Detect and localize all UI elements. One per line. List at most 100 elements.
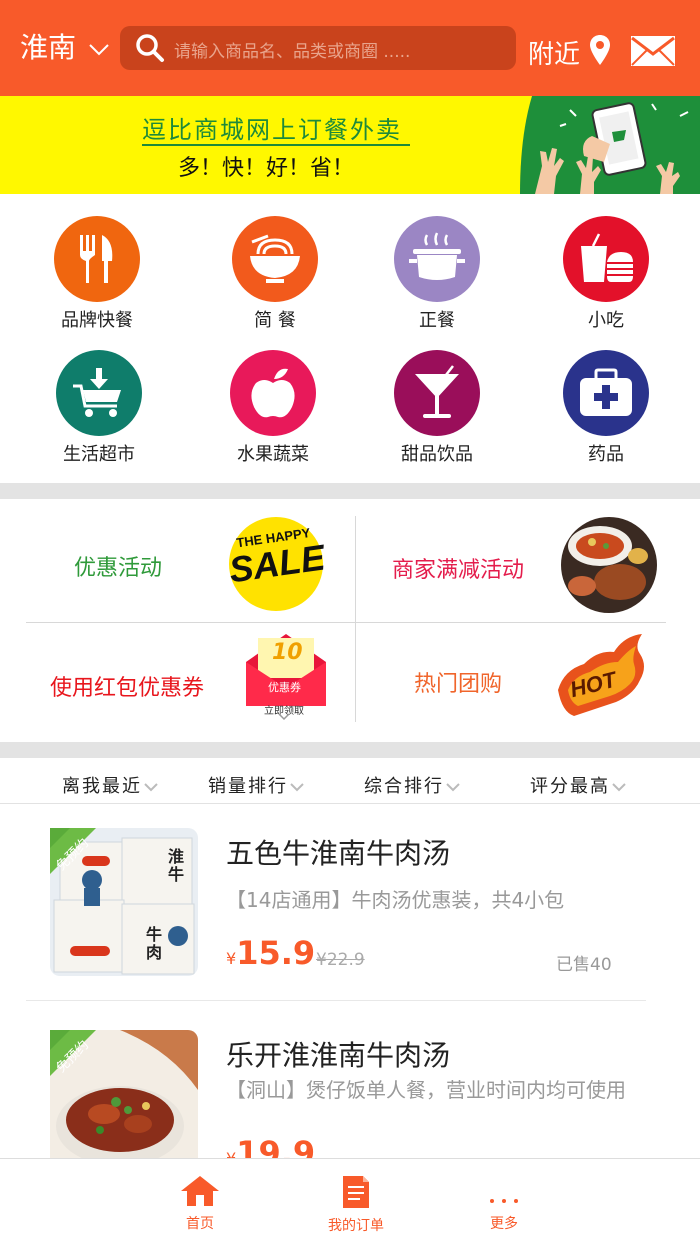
- drink-burger-icon: [581, 233, 633, 282]
- category-circle: [54, 216, 140, 302]
- promo-discount-label: 优惠活动: [74, 556, 163, 581]
- svg-text:牛: 牛: [146, 925, 162, 944]
- category-dessert-drink[interactable]: 甜品饮品: [372, 350, 502, 466]
- nearby-button[interactable]: 附近: [528, 34, 580, 71]
- category-circle: [230, 350, 316, 436]
- nav-orders-label: 我的订单: [328, 1218, 384, 1234]
- category-brand-fastfood[interactable]: 品牌快餐: [32, 216, 162, 332]
- promo-merchant-discount[interactable]: 商家满减活动: [356, 516, 666, 622]
- svg-text:肉: 肉: [146, 943, 162, 962]
- category-simple-meal[interactable]: 简 餐: [210, 216, 340, 332]
- search-icon[interactable]: [134, 32, 166, 64]
- chevron-down-icon: [144, 783, 158, 792]
- price-value: 19.9: [236, 1134, 316, 1158]
- promo-coupon[interactable]: 使用红包优惠券 10 优惠券 立即领取: [26, 624, 354, 722]
- order-list-icon: [343, 1176, 369, 1208]
- section-divider: [0, 742, 700, 758]
- nav-more-label: 更多: [490, 1216, 518, 1232]
- bottom-nav: 首页 我的订单 更多: [0, 1158, 700, 1244]
- nav-more[interactable]: 更多: [454, 1175, 554, 1233]
- sort-tab-sales[interactable]: 销量排行: [208, 772, 304, 798]
- sort-tab-label: 离我最近: [62, 776, 142, 797]
- product-card[interactable]: 淮牛牛肉 免预约 五色牛淮南牛肉汤 【14店通用】牛肉汤优惠装，共4小包 ¥15…: [0, 828, 700, 1018]
- category-supermarket[interactable]: 生活超市: [34, 350, 164, 466]
- city-selector[interactable]: 淮南: [20, 26, 76, 66]
- dish-photo: [561, 517, 657, 613]
- noodle-bowl-icon: [250, 234, 300, 283]
- search-bar[interactable]: 请输入商品名、品类或商圈 .....: [120, 26, 516, 70]
- category-label: 药品: [588, 444, 624, 465]
- cocktail-icon: [415, 365, 459, 418]
- promo-coupon-label: 使用红包优惠券: [50, 676, 205, 701]
- nav-orders[interactable]: 我的订单: [306, 1175, 406, 1235]
- sort-bar: 离我最近 销量排行 综合排行 评分最高: [0, 758, 700, 804]
- nav-home[interactable]: 首页: [150, 1175, 250, 1233]
- product-price: ¥19.9: [226, 1134, 315, 1158]
- svg-text:牛: 牛: [168, 865, 184, 884]
- promo-discount[interactable]: 优惠活动 THE HAPPY SALE: [26, 516, 354, 622]
- category-label: 正餐: [419, 310, 455, 331]
- banner-slogan: 多！快！好！省！: [178, 156, 355, 181]
- sort-tab-nearest[interactable]: 离我最近: [62, 772, 158, 798]
- more-dots-icon: [490, 1199, 518, 1203]
- product-description: 【洞山】煲仔饭单人餐，营业时间内均可使用: [226, 1078, 626, 1102]
- category-circle: [56, 350, 142, 436]
- location-pin-icon[interactable]: [589, 34, 611, 66]
- coupon-amount: 10: [272, 640, 303, 665]
- category-main-meal[interactable]: 正餐: [372, 216, 502, 332]
- chevron-down-icon[interactable]: [88, 38, 110, 60]
- category-circle: [563, 350, 649, 436]
- product-sold-count: 已售40: [556, 955, 612, 975]
- phone-hand-illustration: [520, 96, 700, 194]
- svg-text:淮: 淮: [168, 847, 184, 866]
- chevron-down-icon: [290, 783, 304, 792]
- shopping-cart-icon: [73, 368, 121, 417]
- category-circle: [563, 216, 649, 302]
- home-icon: [181, 1176, 219, 1206]
- category-label: 品牌快餐: [61, 310, 133, 331]
- category-label: 简 餐: [254, 310, 296, 331]
- product-title: 五色牛淮南牛肉汤: [226, 837, 451, 870]
- apple-icon: [251, 368, 295, 418]
- promo-merchant-label: 商家满减活动: [392, 558, 525, 583]
- sort-tab-overall[interactable]: 综合排行: [364, 772, 460, 798]
- promo-divider-horizontal: [26, 622, 666, 623]
- product-description: 【14店通用】牛肉汤优惠装，共4小包: [226, 888, 565, 912]
- product-card[interactable]: 免预约 乐开淮淮南牛肉汤 【洞山】煲仔饭单人餐，营业时间内均可使用 ¥19.9: [0, 1030, 700, 1158]
- category-label: 甜品饮品: [401, 444, 473, 465]
- sort-tab-label: 综合排行: [364, 776, 444, 797]
- nav-home-label: 首页: [186, 1216, 214, 1232]
- coupon-envelope-text: 优惠券: [268, 681, 301, 694]
- category-circle: [232, 216, 318, 302]
- top-bar: 淮南 请输入商品名、品类或商圈 ..... 附近: [0, 0, 700, 96]
- product-list: 淮牛牛肉 免预约 五色牛淮南牛肉汤 【14店通用】牛肉汤优惠装，共4小包 ¥15…: [0, 805, 700, 1158]
- category-snack[interactable]: 小吃: [541, 216, 671, 332]
- promo-group-buy[interactable]: 热门团购 HOT: [356, 624, 666, 722]
- product-separator: [26, 1000, 646, 1001]
- category-circle: [394, 216, 480, 302]
- mail-icon[interactable]: [630, 35, 676, 67]
- section-divider: [0, 483, 700, 499]
- product-title: 乐开淮淮南牛肉汤: [226, 1039, 451, 1072]
- banner-divider: [142, 144, 410, 146]
- chevron-down-icon: [612, 783, 626, 792]
- sort-tab-rating[interactable]: 评分最高: [530, 772, 626, 798]
- search-input[interactable]: 请输入商品名、品类或商圈 .....: [174, 37, 410, 62]
- category-label: 水果蔬菜: [237, 444, 309, 465]
- category-label: 小吃: [588, 310, 624, 331]
- product-original-price: ¥22.9: [316, 950, 365, 970]
- cooking-pot-icon: [409, 232, 465, 280]
- promo-banner[interactable]: 逗比商城网上订餐外卖 多！快！好！省！: [0, 96, 700, 194]
- chevron-down-icon: [278, 713, 290, 721]
- category-medicine[interactable]: 药品: [541, 350, 671, 466]
- price-value: 15.9: [236, 934, 316, 972]
- category-label: 生活超市: [63, 444, 135, 465]
- category-fruit-veg[interactable]: 水果蔬菜: [208, 350, 338, 466]
- chevron-down-icon: [446, 783, 460, 792]
- sort-tab-label: 销量排行: [208, 776, 288, 797]
- sort-tab-label: 评分最高: [530, 776, 610, 797]
- product-price: ¥15.9: [226, 934, 315, 972]
- currency-symbol: ¥: [226, 949, 237, 968]
- fork-knife-icon: [80, 235, 113, 283]
- promo-group-label: 热门团购: [414, 672, 503, 697]
